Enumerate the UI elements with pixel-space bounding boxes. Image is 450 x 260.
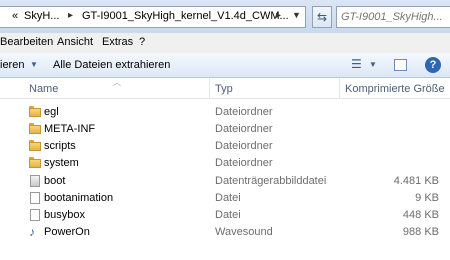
column-divider[interactable] — [339, 78, 340, 98]
menu-bar: Bearbeiten Ansicht Extras ? — [0, 33, 450, 54]
address-dropdown-icon[interactable]: ▼ — [292, 10, 301, 20]
column-type[interactable]: Typ — [215, 83, 233, 95]
address-bar[interactable]: « SkyH... ▸ GT-I9001_SkyHigh_kernel_V1.4… — [0, 6, 306, 28]
help-icon[interactable]: ? — [425, 57, 441, 73]
list-item[interactable]: scripts Dateiordner — [0, 138, 450, 155]
overflow-chevron-icon[interactable]: « — [12, 10, 18, 22]
file-type: Dateiordner — [215, 123, 273, 135]
list-item[interactable]: bootanimation Datei 9 KB — [0, 190, 450, 207]
column-name[interactable]: Name — [29, 83, 58, 95]
column-divider[interactable] — [209, 78, 210, 98]
file-name: scripts — [44, 140, 76, 152]
refresh-icon: ⇆ — [316, 10, 328, 24]
breadcrumb-segment-1[interactable]: SkyH... — [24, 10, 59, 22]
list-item[interactable]: META-INF Dateiordner — [0, 121, 450, 138]
menu-help[interactable]: ? — [139, 36, 145, 48]
refresh-button[interactable]: ⇆ — [312, 6, 332, 28]
file-name: PowerOn — [44, 226, 90, 238]
file-size: 9 KB — [415, 192, 439, 204]
sound-file-icon: ♪ — [29, 225, 35, 239]
file-type: Datei — [215, 209, 241, 221]
file-size: 4.481 KB — [393, 175, 439, 187]
menu-bearbeiten[interactable]: Bearbeiten — [0, 36, 53, 48]
list-item[interactable]: ♪ PowerOn Wavesound 988 KB — [0, 224, 450, 241]
file-size: 448 KB — [402, 209, 439, 221]
file-type: Wavesound — [215, 226, 273, 238]
file-type: Dateiordner — [215, 157, 273, 169]
file-name: system — [44, 157, 79, 169]
address-bar-row: « SkyH... ▸ GT-I9001_SkyHigh_kernel_V1.4… — [0, 0, 450, 33]
folder-icon — [29, 106, 41, 118]
folder-icon — [29, 140, 41, 152]
file-name: META-INF — [44, 123, 96, 135]
menu-ansicht[interactable]: Ansicht — [57, 36, 93, 48]
sort-ascending-icon: ︿ — [113, 78, 121, 87]
file-type: Datei — [215, 192, 241, 204]
list-item[interactable]: busybox Datei 448 KB — [0, 207, 450, 224]
organize-button[interactable]: ieren — [0, 59, 24, 71]
breadcrumb-arrow-icon[interactable]: ▸ — [276, 10, 281, 21]
list-item[interactable]: egl Dateiordner — [0, 104, 450, 121]
list-item[interactable]: boot Datenträgerabbilddatei 4.481 KB — [0, 173, 450, 190]
view-options-icon[interactable]: ☰ — [351, 57, 362, 71]
file-type: Dateiordner — [215, 106, 273, 118]
extract-all-button[interactable]: Alle Dateien extrahieren — [53, 59, 170, 71]
breadcrumb-arrow-icon[interactable]: ▸ — [68, 10, 73, 21]
file-type: Dateiordner — [215, 140, 273, 152]
list-item[interactable]: system Dateiordner — [0, 155, 450, 172]
organize-dropdown-icon[interactable]: ▼ — [30, 60, 38, 69]
file-type: Datenträgerabbilddatei — [215, 175, 327, 187]
file-icon — [30, 209, 40, 221]
file-name: bootanimation — [44, 192, 114, 204]
search-input[interactable] — [341, 8, 450, 26]
command-bar: ieren ▼ Alle Dateien extrahieren ☰ ▼ ? — [0, 53, 450, 78]
folder-icon — [29, 157, 41, 169]
disk-image-icon — [30, 175, 40, 187]
search-box[interactable] — [336, 6, 450, 28]
view-dropdown-icon[interactable]: ▼ — [369, 60, 377, 69]
folder-icon — [29, 123, 41, 135]
file-icon — [30, 192, 40, 204]
column-header: ︿ Name Typ Komprimierte Größe — [0, 78, 450, 99]
file-name: boot — [44, 175, 66, 187]
file-name: busybox — [44, 209, 85, 221]
file-name: egl — [44, 106, 59, 118]
column-size[interactable]: Komprimierte Größe — [345, 83, 445, 95]
file-size: 988 KB — [402, 226, 439, 238]
menu-extras[interactable]: Extras — [102, 36, 133, 48]
preview-pane-icon[interactable] — [394, 59, 407, 71]
breadcrumb-segment-2[interactable]: GT-I9001_SkyHigh_kernel_V1.4d_CWM... — [82, 10, 289, 22]
